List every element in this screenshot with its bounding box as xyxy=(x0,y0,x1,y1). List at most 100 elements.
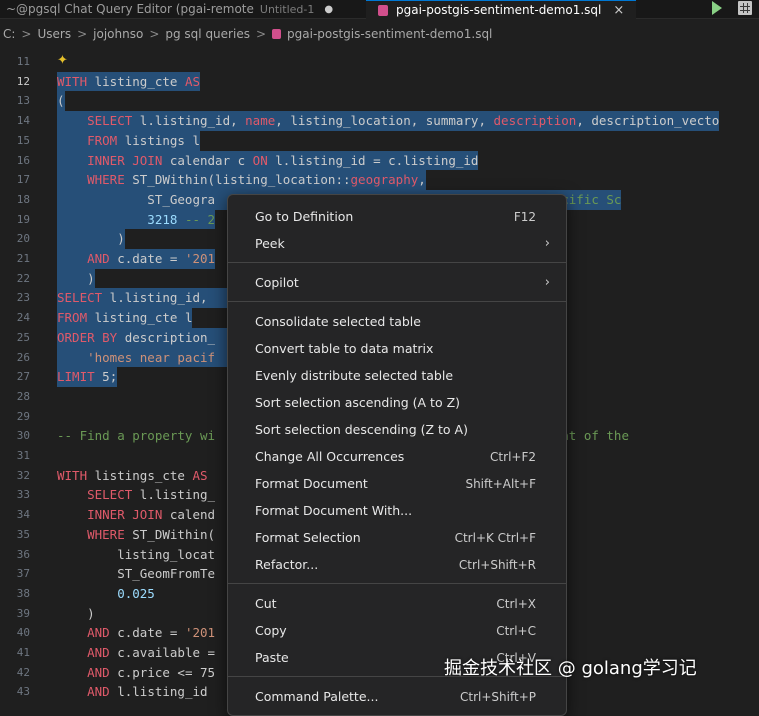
line-number: 19 xyxy=(16,212,30,226)
unsaved-dot-icon[interactable]: ● xyxy=(324,4,333,15)
code-line[interactable]: 11 xyxy=(0,52,759,72)
line-number: 26 xyxy=(16,350,30,364)
line-number: 37 xyxy=(16,567,30,581)
code-line[interactable]: 16 INNER JOIN calendar c ON l.listing_id… xyxy=(0,150,759,171)
code-line[interactable]: 12 WITH listing_cte AS xyxy=(0,71,759,92)
menu-item-go-to-definition[interactable]: Go to Definition F12 xyxy=(228,203,566,230)
line-number: 22 xyxy=(16,271,30,285)
code-token: , xyxy=(418,172,426,188)
code-token: ( xyxy=(57,93,65,109)
menu-item-copilot[interactable]: Copilot › xyxy=(228,269,566,296)
code-line[interactable]: 15 FROM listings l xyxy=(0,130,759,151)
line-number: 31 xyxy=(16,449,30,462)
line-number: 43 xyxy=(16,685,30,699)
chevron-right-icon: > xyxy=(149,27,160,41)
menu-item-label: Sort selection descending (Z to A) xyxy=(255,422,468,437)
code-token: c.date = xyxy=(109,625,185,641)
menu-item-label: Refactor... xyxy=(255,557,319,572)
menu-item-label: Consolidate selected table xyxy=(255,314,421,329)
code-token: name xyxy=(245,113,276,129)
code-token: WHERE xyxy=(57,526,125,542)
menu-item-peek[interactable]: Peek › xyxy=(228,230,566,257)
menu-item-shortcut: Ctrl+C xyxy=(496,623,536,638)
code-token: INNER JOIN xyxy=(57,152,163,168)
tab-sql-file[interactable]: pgai-postgis-sentiment-demo1.sql × xyxy=(366,0,636,19)
menu-item-label: Go to Definition xyxy=(255,209,354,224)
menu-item-refactor[interactable]: Refactor... Ctrl+Shift+R xyxy=(228,551,566,578)
code-text: WHERE ST_DWithin( xyxy=(57,525,215,545)
chevron-right-icon: › xyxy=(544,236,550,251)
code-text: ( xyxy=(57,91,65,112)
code-token: c.available = xyxy=(109,645,216,660)
code-token: 0.025 xyxy=(57,585,155,601)
code-token: 3218 xyxy=(57,211,185,227)
menu-item-format-selection[interactable]: Format Selection Ctrl+K Ctrl+F xyxy=(228,524,566,551)
code-text: AND l.listing_id xyxy=(57,682,207,702)
code-token: ORDER BY xyxy=(57,329,118,345)
breadcrumb-item[interactable]: jojohnso xyxy=(93,27,143,41)
menu-item-label: Convert table to data matrix xyxy=(255,341,434,356)
menu-item-cut[interactable]: Cut Ctrl+X xyxy=(228,590,566,617)
menu-item-label: Peek xyxy=(255,236,285,251)
breadcrumb-item[interactable]: C: xyxy=(3,27,15,41)
menu-item-sort-selection-descending-z-to-a[interactable]: Sort selection descending (Z to A) xyxy=(228,416,566,443)
code-token: listings l xyxy=(117,132,201,148)
code-text: listing_locat xyxy=(57,545,215,565)
code-token: -- 2 xyxy=(184,211,216,227)
close-icon[interactable]: × xyxy=(613,3,624,18)
breadcrumb-item[interactable]: pgai-postgis-sentiment-demo1.sql xyxy=(287,27,492,41)
tab-chat-query-editor[interactable]: ~@pgsql Chat Query Editor (pgai-remote U… xyxy=(0,0,365,18)
sql-file-icon xyxy=(378,4,388,16)
menu-item-consolidate-selected-table[interactable]: Consolidate selected table xyxy=(228,308,566,335)
line-number: 24 xyxy=(16,311,30,325)
menu-item-command-palette[interactable]: Command Palette... Ctrl+Shift+P xyxy=(228,683,566,710)
menu-item-label: Copilot xyxy=(255,275,299,290)
code-token: description xyxy=(493,113,577,129)
code-text: LIMIT 5; xyxy=(57,367,118,387)
play-icon[interactable] xyxy=(712,1,722,15)
line-number: 34 xyxy=(16,508,30,522)
line-number: 25 xyxy=(16,330,30,344)
code-token: AND xyxy=(57,664,110,680)
menu-item-label: Format Selection xyxy=(255,530,361,545)
menu-item-convert-table-to-data-matrix[interactable]: Convert table to data matrix xyxy=(228,335,566,362)
code-token: 5; xyxy=(94,369,118,385)
code-text: AND c.date = '201 xyxy=(57,623,215,643)
code-line[interactable]: 14 SELECT l.listing_id, name, listing_lo… xyxy=(0,111,759,131)
code-text: 3218 -- 2 xyxy=(57,209,216,230)
line-number: 20 xyxy=(16,232,30,246)
code-token: -- Find a property wi xyxy=(57,428,216,444)
menu-item-sort-selection-ascending-a-to-z[interactable]: Sort selection ascending (A to Z) xyxy=(228,389,566,416)
code-text: ) xyxy=(57,268,95,289)
menu-item-evenly-distribute-selected-table[interactable]: Evenly distribute selected table xyxy=(228,362,566,389)
line-number: 18 xyxy=(16,192,30,206)
menu-item-shortcut: Ctrl+K Ctrl+F xyxy=(454,530,536,545)
code-token: l.listing_id = c.listing_id xyxy=(267,152,479,168)
breadcrumb: C: > Users > jojohnso > pg sql queries >… xyxy=(0,24,492,44)
grid-icon[interactable] xyxy=(738,1,752,15)
breadcrumb-item[interactable]: Users xyxy=(37,27,71,41)
menu-item-label: Cut xyxy=(255,596,277,611)
code-token: LIMIT xyxy=(57,369,95,385)
line-number: 40 xyxy=(16,626,30,640)
code-token: AND xyxy=(57,251,110,266)
chevron-right-icon: › xyxy=(544,275,550,290)
code-token: FROM xyxy=(57,132,118,148)
menu-item-label: Evenly distribute selected table xyxy=(255,368,454,383)
code-token: listing_cte xyxy=(87,73,185,89)
menu-item-copy[interactable]: Copy Ctrl+C xyxy=(228,617,566,644)
breadcrumb-item[interactable]: pg sql queries xyxy=(165,27,250,41)
code-token: '201 xyxy=(184,625,216,641)
code-line[interactable]: 17 WHERE ST_DWithin(listing_location::ge… xyxy=(0,170,759,190)
code-line[interactable]: 13 ( xyxy=(0,91,759,112)
chevron-right-icon: > xyxy=(21,27,32,41)
code-token: SELECT xyxy=(57,487,133,503)
line-number: 11 xyxy=(16,55,30,68)
code-token: ST_DWithin( xyxy=(124,526,216,542)
code-token: listing_locat xyxy=(57,546,216,562)
menu-item-change-all-occurrences[interactable]: Change All Occurrences Ctrl+F2 xyxy=(228,443,566,470)
menu-item-format-document-with[interactable]: Format Document With... xyxy=(228,497,566,524)
tab-bar: ~@pgsql Chat Query Editor (pgai-remote U… xyxy=(0,0,759,19)
code-token: AND xyxy=(57,625,110,641)
menu-item-format-document[interactable]: Format Document Shift+Alt+F xyxy=(228,470,566,497)
